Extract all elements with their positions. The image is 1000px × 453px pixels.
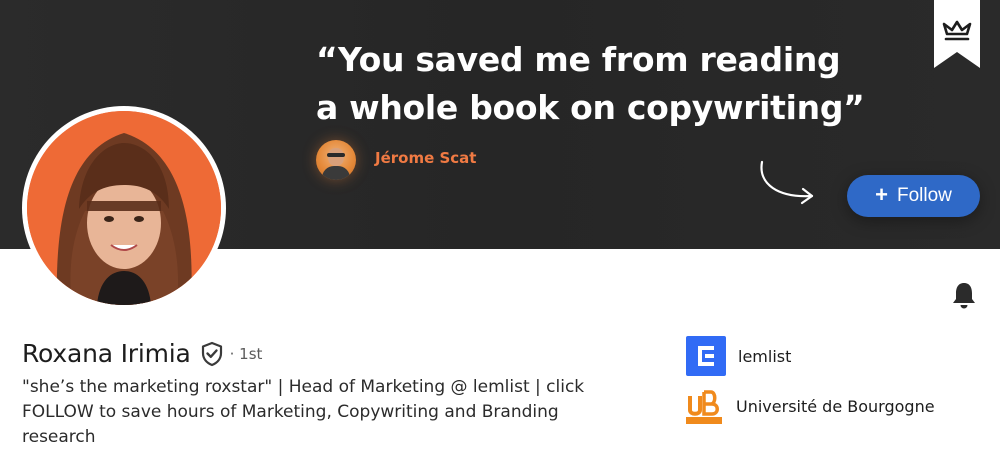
- org-item-lemlist[interactable]: lemlist: [686, 336, 791, 376]
- org-name-lemlist: lemlist: [738, 346, 792, 366]
- quote-author-avatar: [316, 140, 356, 180]
- profile-name: Roxana Irimia: [22, 339, 191, 368]
- curved-arrow-icon: [760, 160, 814, 205]
- follow-label: Follow: [896, 185, 952, 206]
- follow-button[interactable]: + Follow: [847, 175, 980, 217]
- connection-degree: · 1st: [229, 344, 263, 363]
- notification-bell-icon[interactable]: [949, 280, 979, 310]
- shield-check-icon[interactable]: [200, 341, 224, 367]
- banner-quote: “You saved me from reading a whole book …: [316, 36, 876, 132]
- crown-bookmark-icon[interactable]: [934, 0, 980, 68]
- profile-headline: "she’s the marketing roxstar" | Head of …: [22, 377, 585, 447]
- profile-photo[interactable]: [22, 106, 226, 310]
- plus-icon: +: [875, 182, 888, 207]
- org-name-universite-de-bourgogne: Université de Bourgogne: [736, 396, 935, 416]
- lemlist-logo-icon: [686, 336, 726, 376]
- quote-line-1: “You saved me from reading: [316, 40, 841, 79]
- profile-portrait: [27, 111, 221, 305]
- quote-line-2: a whole book on copywriting”: [316, 88, 865, 127]
- quote-author-name: Jérome Scat: [375, 149, 477, 167]
- universite-de-bourgogne-logo-icon: [686, 388, 722, 424]
- org-item-universite-de-bourgogne[interactable]: Université de Bourgogne: [686, 388, 935, 424]
- profile-name-row: Roxana Irimia · 1st: [22, 339, 262, 368]
